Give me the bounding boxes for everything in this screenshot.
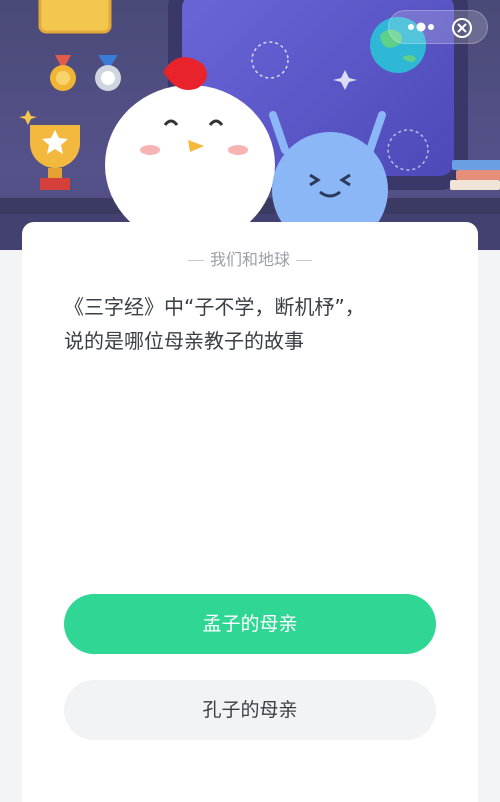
header-illustration <box>0 0 500 250</box>
more-icon[interactable] <box>401 17 441 37</box>
bubble-icon <box>387 129 429 171</box>
mini-program-capsule <box>388 10 488 44</box>
star-icon <box>333 70 357 90</box>
chicken-mascot-icon <box>105 57 275 245</box>
answer-option-2[interactable]: 孔子的母亲 <box>64 680 436 740</box>
medal-icon <box>50 55 121 91</box>
trophy-icon <box>30 125 80 190</box>
question-card: 我们和地球 《三字经》中“子不学，断机杼”， 说的是哪位母亲教子的故事 孟子的母… <box>22 222 478 802</box>
star-icon <box>19 110 37 125</box>
close-icon[interactable] <box>451 17 473 39</box>
bubble-icon <box>251 41 289 79</box>
question-text: 《三字经》中“子不学，断机杼”， 说的是哪位母亲教子的故事 <box>64 295 365 353</box>
answer-option-1[interactable]: 孟子的母亲 <box>64 594 436 654</box>
books-icon <box>450 160 500 190</box>
medal-frame-icon <box>38 0 112 34</box>
category-label: 我们和地球 <box>22 246 478 270</box>
